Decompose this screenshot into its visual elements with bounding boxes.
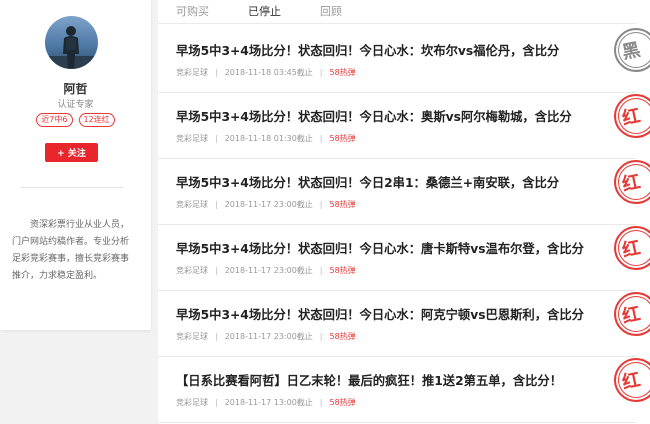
result-stamp-red: 红 bbox=[614, 292, 650, 336]
article-deadline: 2018-11-18 03:45截止 bbox=[224, 68, 313, 77]
expert-description: 资深彩票行业从业人员，门户网站约稿作者。专业分析足彩竞彩赛事，擅长竞彩赛事推介，… bbox=[12, 220, 130, 281]
article-row[interactable]: 早场5中3+4场比分！状态回归！今日心水：阿克宁顿vs巴恩斯利，含比分 竞彩足球… bbox=[158, 291, 650, 357]
expert-name: 阿哲 bbox=[63, 82, 88, 96]
article-title[interactable]: 早场5中3+4场比分！状态回归！今日2串1：桑德兰+南安联，含比分 bbox=[176, 173, 559, 191]
result-stamp-red: 红 bbox=[614, 358, 650, 402]
record-tag: 12连红 bbox=[78, 113, 115, 127]
tab-purchasable[interactable]: 可购买 bbox=[176, 3, 209, 19]
tab-review[interactable]: 回顾 bbox=[320, 3, 342, 19]
article-views: 58热弹 bbox=[329, 200, 356, 209]
tab-stopped[interactable]: 已停止 bbox=[248, 3, 281, 19]
article-category: 竞彩足球 bbox=[176, 332, 208, 341]
record-tags: 近7中6 12连红 bbox=[0, 113, 151, 127]
article-title[interactable]: 早场5中3+4场比分！状态回归！今日心水：唐卡斯特vs温布尔登，含比分 bbox=[176, 239, 584, 257]
follow-button-label: + 关注 bbox=[57, 149, 86, 159]
article-category: 竞彩足球 bbox=[176, 200, 208, 209]
article-meta: 竞彩足球 | 2018-11-17 23:00截止 | 58热弹 bbox=[176, 332, 356, 341]
article-deadline: 2018-11-17 23:00截止 bbox=[224, 200, 313, 209]
follow-button[interactable]: + 关注 bbox=[45, 143, 98, 162]
article-list-panel: 可购买 已停止 回顾 早场5中3+4场比分！状态回归！今日心水：坎布尔vs福伦丹… bbox=[158, 0, 650, 424]
article-meta: 竞彩足球 | 2018-11-17 23:00截止 | 58热弹 bbox=[176, 200, 356, 209]
article-title[interactable]: 【日系比赛看阿哲】日乙末轮！最后的疯狂！推1送2第五单，含比分！ bbox=[176, 371, 562, 389]
article-meta: 竞彩足球 | 2018-11-18 01:30截止 | 58热弹 bbox=[176, 134, 356, 143]
article-category: 竞彩足球 bbox=[176, 398, 208, 407]
article-views: 58热弹 bbox=[329, 68, 356, 77]
article-row[interactable]: 早场5中3+4场比分！状态回归！今日心水：坎布尔vs福伦丹，含比分 竞彩足球 | 2… bbox=[158, 27, 650, 93]
article-deadline: 2018-11-18 01:30截止 bbox=[224, 134, 313, 143]
expert-profile-card: 阿哲 认证专家 近7中6 12连红 + 关注 资深彩票行业从业人员，门户网站约稿… bbox=[0, 0, 151, 330]
status-tabs: 可购买 已停止 回顾 bbox=[158, 0, 650, 26]
article-views: 58热弹 bbox=[329, 332, 356, 341]
article-row[interactable]: 【日系比赛看阿哲】日乙末轮！最后的疯狂！推1送2第五单，含比分！ 竞彩足球 | 20… bbox=[158, 357, 650, 423]
article-deadline: 2018-11-17 13:00截止 bbox=[224, 398, 313, 407]
article-title[interactable]: 早场5中3+4场比分！状态回归！今日心水：奥斯vs阿尔梅勒城，含比分 bbox=[176, 107, 572, 125]
result-stamp-red: 红 bbox=[614, 160, 650, 204]
article-category: 竞彩足球 bbox=[176, 266, 208, 275]
article-row[interactable]: 早场5中3+4场比分！状态回归！今日2串1：桑德兰+南安联，含比分 竞彩足球 | 2… bbox=[158, 159, 650, 225]
article-category: 竞彩足球 bbox=[176, 68, 208, 77]
article-deadline: 2018-11-17 23:00截止 bbox=[224, 266, 313, 275]
article-views: 58热弹 bbox=[329, 398, 356, 407]
article-row[interactable]: 早场5中3+4场比分！状态回归！今日心水：唐卡斯特vs温布尔登，含比分 竞彩足球… bbox=[158, 225, 650, 291]
article-views: 58热弹 bbox=[329, 266, 356, 275]
record-tag: 近7中6 bbox=[36, 113, 73, 127]
tab-divider bbox=[158, 23, 636, 24]
article-meta: 竞彩足球 | 2018-11-17 13:00截止 | 58热弹 bbox=[176, 398, 356, 407]
article-meta: 竞彩足球 | 2018-11-18 03:45截止 | 58热弹 bbox=[176, 68, 356, 77]
article-title[interactable]: 早场5中3+4场比分！状态回归！今日心水：坎布尔vs福伦丹，含比分 bbox=[176, 41, 559, 59]
article-deadline: 2018-11-17 23:00截止 bbox=[224, 332, 313, 341]
article-category: 竞彩足球 bbox=[176, 134, 208, 143]
result-stamp-black: 黑 bbox=[614, 28, 650, 72]
divider bbox=[20, 187, 124, 188]
expert-title: 认证专家 bbox=[57, 100, 94, 110]
result-stamp-red: 红 bbox=[614, 94, 650, 138]
result-stamp-red: 红 bbox=[614, 226, 650, 270]
avatar[interactable] bbox=[45, 16, 98, 69]
article-meta: 竞彩足球 | 2018-11-17 23:00截止 | 58热弹 bbox=[176, 266, 356, 275]
person-silhouette-icon bbox=[45, 26, 98, 69]
article-title[interactable]: 早场5中3+4场比分！状态回归！今日心水：阿克宁顿vs巴恩斯利，含比分 bbox=[176, 305, 584, 323]
article-row[interactable]: 早场5中3+4场比分！状态回归！今日心水：奥斯vs阿尔梅勒城，含比分 竞彩足球 |… bbox=[158, 93, 650, 159]
article-views: 58热弹 bbox=[329, 134, 356, 143]
